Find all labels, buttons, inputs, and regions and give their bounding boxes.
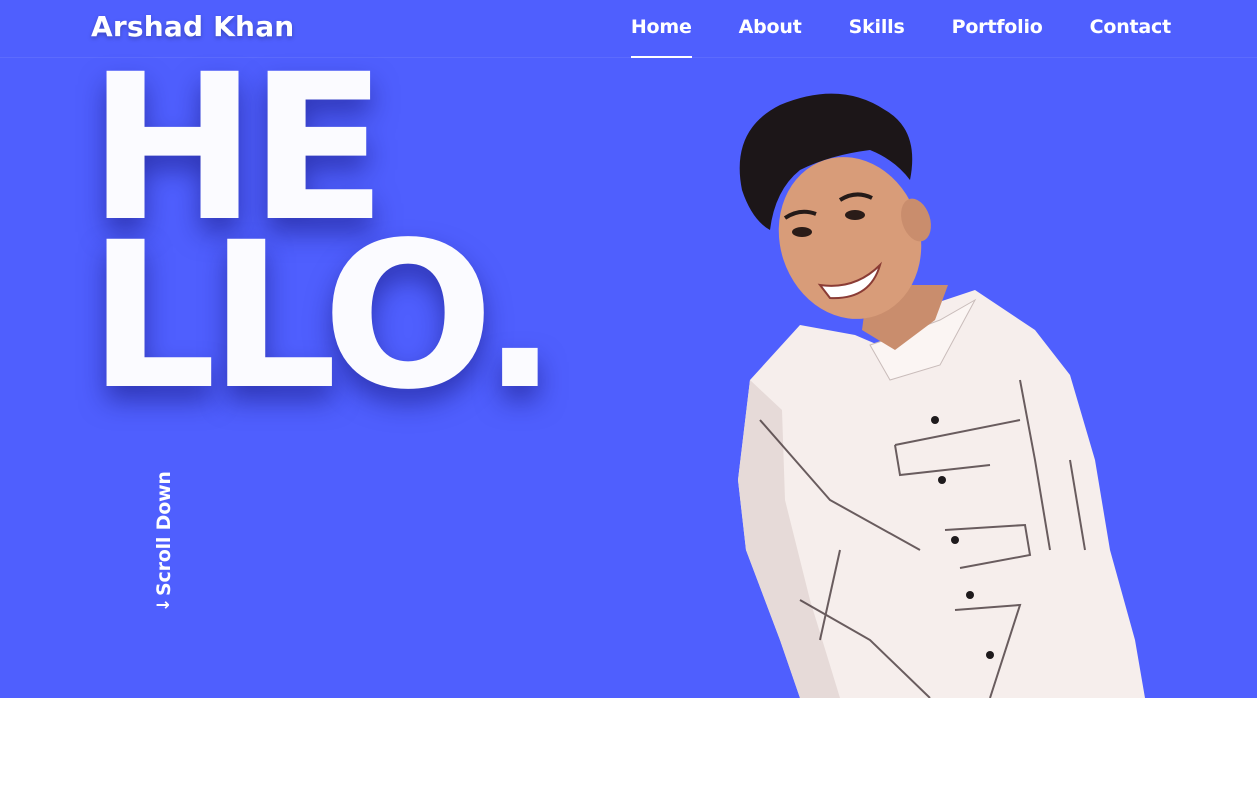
nav-link-home[interactable]: Home bbox=[630, 16, 692, 58]
content-below-hero bbox=[0, 698, 1257, 792]
profile-photo bbox=[738, 93, 1145, 698]
hero-heading: HE LLO. bbox=[88, 47, 558, 434]
nav-link-skills[interactable]: Skills bbox=[849, 16, 905, 58]
scroll-down-label: Scroll Down bbox=[153, 471, 175, 596]
scroll-down-link[interactable]: ↓ Scroll Down bbox=[153, 471, 175, 612]
nav-links: Home About Skills Portfolio Contact bbox=[630, 16, 1172, 58]
brand-logo[interactable]: Arshad Khan bbox=[91, 10, 294, 43]
nav-link-about[interactable]: About bbox=[739, 16, 802, 58]
hero-heading-line-2: LLO. bbox=[88, 198, 558, 434]
navbar: Arshad Khan Home About Skills Portfolio … bbox=[0, 0, 1257, 58]
nav-link-portfolio[interactable]: Portfolio bbox=[952, 16, 1043, 58]
nav-link-contact[interactable]: Contact bbox=[1090, 16, 1172, 58]
hero-section: Arshad Khan Home About Skills Portfolio … bbox=[0, 0, 1257, 698]
arrow-down-icon: ↓ bbox=[154, 597, 174, 612]
